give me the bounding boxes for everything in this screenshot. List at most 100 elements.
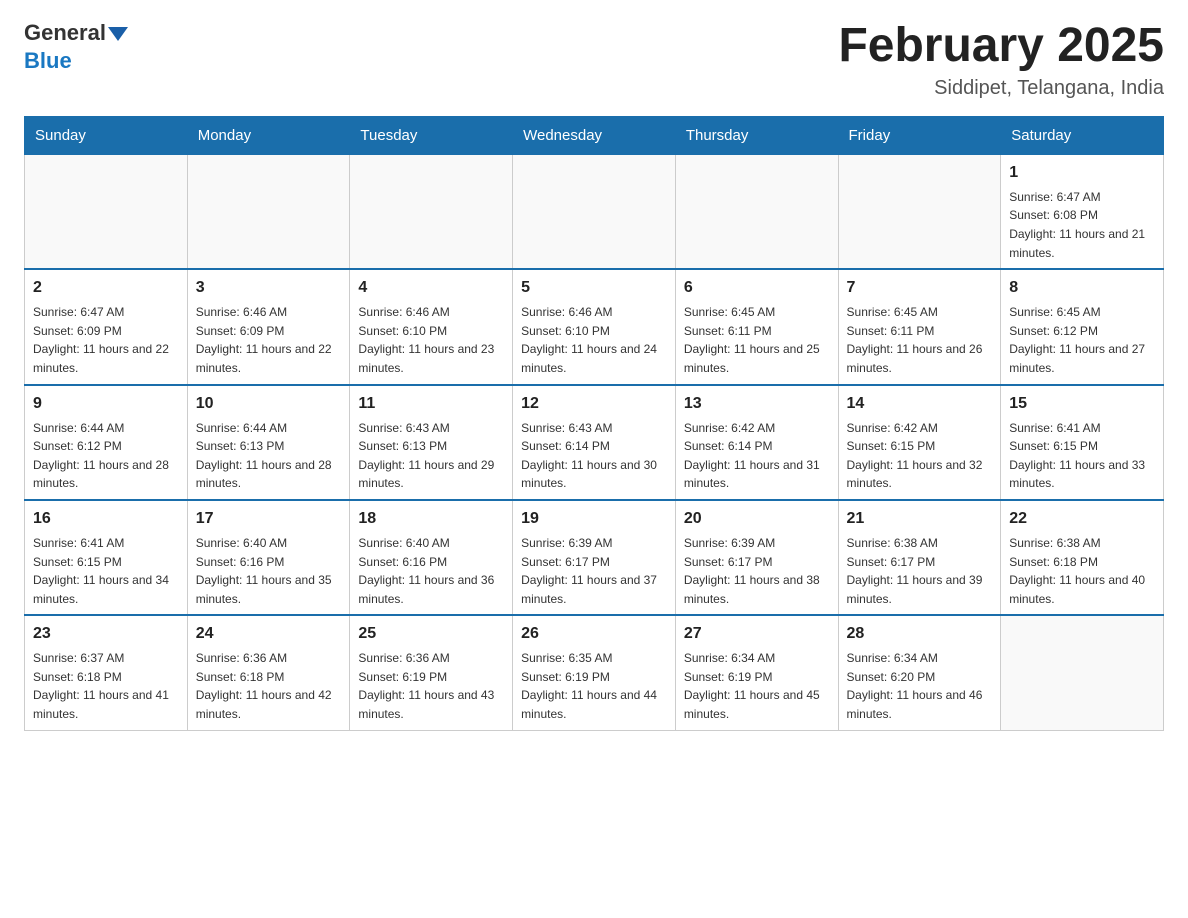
table-row: 25 Sunrise: 6:36 AM Sunset: 6:19 PM Dayli… (350, 615, 513, 730)
col-monday: Monday (187, 116, 350, 154)
table-row: 27 Sunrise: 6:34 AM Sunset: 6:19 PM Dayli… (675, 615, 838, 730)
day-number: 1 (1009, 161, 1155, 185)
day-number: 18 (358, 507, 504, 531)
day-number: 22 (1009, 507, 1155, 531)
day-number: 23 (33, 622, 179, 646)
table-row: 16 Sunrise: 6:41 AM Sunset: 6:15 PM Dayli… (25, 500, 188, 615)
day-number: 28 (847, 622, 993, 646)
table-row: 2 Sunrise: 6:47 AM Sunset: 6:09 PM Daylig… (25, 269, 188, 384)
day-number: 4 (358, 276, 504, 300)
logo-blue-text: Blue (24, 48, 72, 73)
logo-triangle-icon (108, 27, 128, 41)
day-info: Sunrise: 6:39 AM Sunset: 6:17 PM Dayligh… (521, 534, 667, 608)
col-friday: Friday (838, 116, 1001, 154)
table-row: 13Sunrise: 6:42 AM Sunset: 6:14 PM Dayli… (675, 385, 838, 500)
day-info: Sunrise: 6:36 AM Sunset: 6:19 PM Dayligh… (358, 649, 504, 723)
col-wednesday: Wednesday (513, 116, 676, 154)
day-info: Sunrise: 6:37 AM Sunset: 6:18 PM Dayligh… (33, 649, 179, 723)
day-number: 19 (521, 507, 667, 531)
table-row: 3 Sunrise: 6:46 AM Sunset: 6:09 PM Daylig… (187, 269, 350, 384)
col-saturday: Saturday (1001, 116, 1164, 154)
calendar-week-row: 2 Sunrise: 6:47 AM Sunset: 6:09 PM Daylig… (25, 269, 1164, 384)
day-number: 6 (684, 276, 830, 300)
day-info: Sunrise: 6:34 AM Sunset: 6:20 PM Dayligh… (847, 649, 993, 723)
table-row: 23 Sunrise: 6:37 AM Sunset: 6:18 PM Dayli… (25, 615, 188, 730)
calendar-week-row: 23 Sunrise: 6:37 AM Sunset: 6:18 PM Dayli… (25, 615, 1164, 730)
page-subtitle: Siddipet, Telangana, India (838, 77, 1164, 100)
day-info: Sunrise: 6:39 AM Sunset: 6:17 PM Dayligh… (684, 534, 830, 608)
day-info: Sunrise: 6:46 AM Sunset: 6:10 PM Dayligh… (521, 303, 667, 377)
day-number: 15 (1009, 392, 1155, 416)
day-number: 24 (196, 622, 342, 646)
day-number: 20 (684, 507, 830, 531)
day-number: 9 (33, 392, 179, 416)
day-number: 2 (33, 276, 179, 300)
day-number: 10 (196, 392, 342, 416)
day-number: 25 (358, 622, 504, 646)
day-number: 26 (521, 622, 667, 646)
table-row: 10 Sunrise: 6:44 AM Sunset: 6:13 PM Dayli… (187, 385, 350, 500)
day-number: 21 (847, 507, 993, 531)
table-row: 5 Sunrise: 6:46 AM Sunset: 6:10 PM Daylig… (513, 269, 676, 384)
day-info: Sunrise: 6:40 AM Sunset: 6:16 PM Dayligh… (196, 534, 342, 608)
table-row: 4Sunrise: 6:46 AM Sunset: 6:10 PM Daylig… (350, 269, 513, 384)
table-row (350, 154, 513, 269)
day-info: Sunrise: 6:46 AM Sunset: 6:09 PM Dayligh… (196, 303, 342, 377)
day-info: Sunrise: 6:45 AM Sunset: 6:11 PM Dayligh… (847, 303, 993, 377)
table-row: 28 Sunrise: 6:34 AM Sunset: 6:20 PM Dayli… (838, 615, 1001, 730)
logo-general-text: General (24, 20, 106, 46)
day-info: Sunrise: 6:45 AM Sunset: 6:12 PM Dayligh… (1009, 303, 1155, 377)
day-info: Sunrise: 6:47 AM Sunset: 6:08 PM Dayligh… (1009, 188, 1155, 262)
table-row (675, 154, 838, 269)
page-title: February 2025 (838, 20, 1164, 73)
table-row: 8 Sunrise: 6:45 AM Sunset: 6:12 PM Daylig… (1001, 269, 1164, 384)
day-info: Sunrise: 6:45 AM Sunset: 6:11 PM Dayligh… (684, 303, 830, 377)
day-info: Sunrise: 6:36 AM Sunset: 6:18 PM Dayligh… (196, 649, 342, 723)
day-number: 27 (684, 622, 830, 646)
table-row: 15 Sunrise: 6:41 AM Sunset: 6:15 PM Dayli… (1001, 385, 1164, 500)
day-info: Sunrise: 6:42 AM Sunset: 6:15 PM Dayligh… (847, 419, 993, 493)
day-info: Sunrise: 6:44 AM Sunset: 6:13 PM Dayligh… (196, 419, 342, 493)
day-info: Sunrise: 6:43 AM Sunset: 6:13 PM Dayligh… (358, 419, 504, 493)
table-row: 22 Sunrise: 6:38 AM Sunset: 6:18 PM Dayli… (1001, 500, 1164, 615)
table-row (187, 154, 350, 269)
calendar-header-row: Sunday Monday Tuesday Wednesday Thursday… (25, 116, 1164, 154)
calendar-table: Sunday Monday Tuesday Wednesday Thursday… (24, 116, 1164, 731)
table-row: 6 Sunrise: 6:45 AM Sunset: 6:11 PM Daylig… (675, 269, 838, 384)
day-info: Sunrise: 6:40 AM Sunset: 6:16 PM Dayligh… (358, 534, 504, 608)
page-header: General Blue February 2025 Siddipet, Tel… (24, 20, 1164, 100)
day-number: 3 (196, 276, 342, 300)
table-row: 17Sunrise: 6:40 AM Sunset: 6:16 PM Dayli… (187, 500, 350, 615)
table-row: 12 Sunrise: 6:43 AM Sunset: 6:14 PM Dayli… (513, 385, 676, 500)
day-number: 14 (847, 392, 993, 416)
table-row: 14 Sunrise: 6:42 AM Sunset: 6:15 PM Dayli… (838, 385, 1001, 500)
table-row: 21Sunrise: 6:38 AM Sunset: 6:17 PM Dayli… (838, 500, 1001, 615)
col-thursday: Thursday (675, 116, 838, 154)
calendar-week-row: 9Sunrise: 6:44 AM Sunset: 6:12 PM Daylig… (25, 385, 1164, 500)
table-row (838, 154, 1001, 269)
day-info: Sunrise: 6:43 AM Sunset: 6:14 PM Dayligh… (521, 419, 667, 493)
table-row: 11Sunrise: 6:43 AM Sunset: 6:13 PM Dayli… (350, 385, 513, 500)
table-row (1001, 615, 1164, 730)
table-row (25, 154, 188, 269)
day-info: Sunrise: 6:34 AM Sunset: 6:19 PM Dayligh… (684, 649, 830, 723)
day-info: Sunrise: 6:41 AM Sunset: 6:15 PM Dayligh… (33, 534, 179, 608)
table-row: 19 Sunrise: 6:39 AM Sunset: 6:17 PM Dayli… (513, 500, 676, 615)
col-sunday: Sunday (25, 116, 188, 154)
day-number: 16 (33, 507, 179, 531)
day-info: Sunrise: 6:41 AM Sunset: 6:15 PM Dayligh… (1009, 419, 1155, 493)
day-info: Sunrise: 6:42 AM Sunset: 6:14 PM Dayligh… (684, 419, 830, 493)
day-number: 12 (521, 392, 667, 416)
table-row: 24 Sunrise: 6:36 AM Sunset: 6:18 PM Dayli… (187, 615, 350, 730)
day-number: 8 (1009, 276, 1155, 300)
day-info: Sunrise: 6:47 AM Sunset: 6:09 PM Dayligh… (33, 303, 179, 377)
table-row: 7 Sunrise: 6:45 AM Sunset: 6:11 PM Daylig… (838, 269, 1001, 384)
day-info: Sunrise: 6:38 AM Sunset: 6:18 PM Dayligh… (1009, 534, 1155, 608)
calendar-week-row: 1 Sunrise: 6:47 AM Sunset: 6:08 PM Daylig… (25, 154, 1164, 269)
day-number: 5 (521, 276, 667, 300)
table-row: 18 Sunrise: 6:40 AM Sunset: 6:16 PM Dayli… (350, 500, 513, 615)
col-tuesday: Tuesday (350, 116, 513, 154)
table-row (513, 154, 676, 269)
day-number: 7 (847, 276, 993, 300)
table-row: 9Sunrise: 6:44 AM Sunset: 6:12 PM Daylig… (25, 385, 188, 500)
